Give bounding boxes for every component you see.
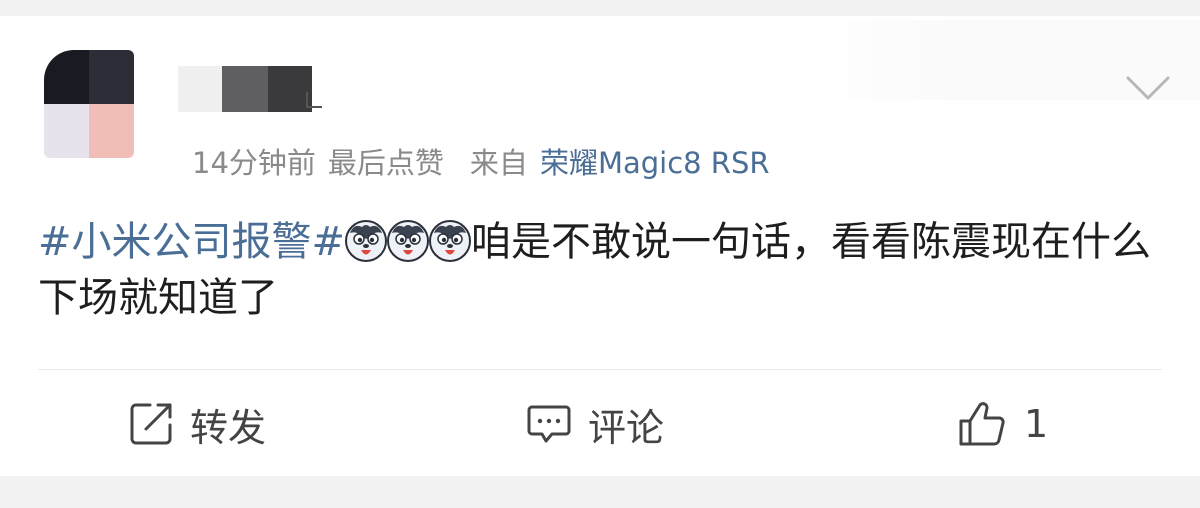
chevron-down-icon[interactable] [1124, 70, 1172, 110]
post-time: 14分钟前 [192, 146, 316, 180]
husky-emoji [429, 220, 472, 262]
share-icon [130, 403, 172, 445]
share-button[interactable]: 转发 [128, 396, 266, 452]
like-button[interactable]: 1 [958, 396, 1048, 452]
post-body: #小米公司报警# 咱是不敢说一句话，看看陈震现在什么下场就知道了 [38, 214, 1158, 326]
last-liked-label: 最后点赞 [327, 146, 444, 180]
comment-label: 评论 [588, 405, 665, 450]
divider [38, 369, 1162, 370]
avatar[interactable] [44, 50, 134, 158]
source-prefix: 来自 [469, 146, 528, 180]
topic-link[interactable]: #小米公司报警# [38, 219, 345, 265]
like-count: 1 [1024, 402, 1049, 446]
post-meta: 14分钟前 最后点赞 来自 荣耀Magic8 RSR [192, 141, 770, 185]
top-separator-band [0, 0, 1200, 16]
husky-emoji [387, 220, 430, 262]
username-blurred[interactable] [178, 66, 322, 112]
bottom-separator-band [0, 476, 1200, 508]
husky-emoji [345, 220, 388, 262]
comment-button[interactable]: 评论 [526, 396, 664, 452]
comment-icon [527, 405, 571, 443]
device-link[interactable]: 荣耀Magic8 RSR [540, 141, 770, 185]
share-label: 转发 [190, 405, 267, 450]
emoji-group [345, 219, 472, 265]
thumbs-up-icon [959, 402, 1005, 446]
